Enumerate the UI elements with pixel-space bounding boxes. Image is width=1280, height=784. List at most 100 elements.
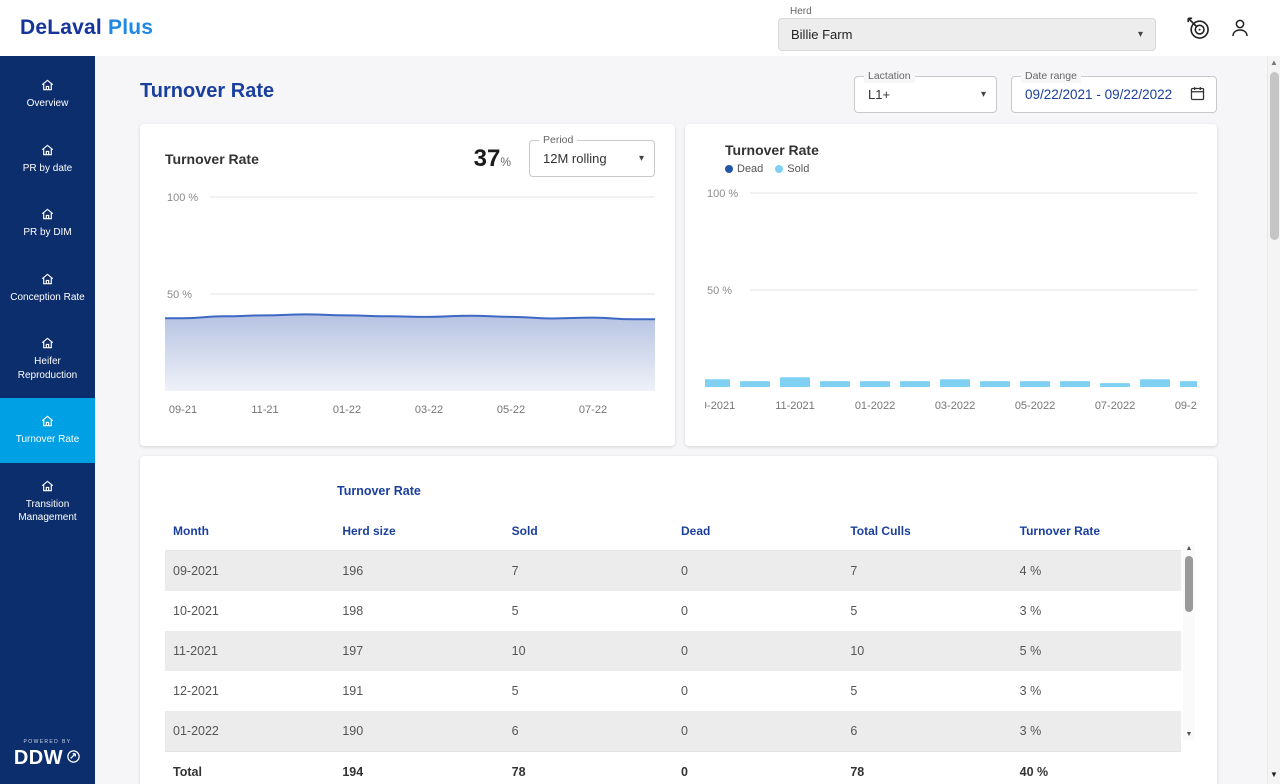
table-cell: 5 <box>504 671 673 711</box>
scroll-down-icon[interactable]: ▼ <box>1186 730 1193 740</box>
sidebar-item-conception-rate[interactable]: Conception Rate <box>0 256 95 321</box>
brand-primary-text: DeLaval <box>20 16 102 39</box>
sidebar-item-pr-by-date[interactable]: PR by date <box>0 127 95 192</box>
powered-by-label: POWERED BY <box>4 739 91 745</box>
table-total-row: Total1947807840 % <box>165 752 1181 784</box>
sidebar-item-turnover-rate[interactable]: Turnover Rate <box>0 398 95 463</box>
scroll-up-icon[interactable]: ▲ <box>1270 56 1278 70</box>
sidebar-item-transition-management[interactable]: Transition Management <box>0 463 95 541</box>
table-cell: Total <box>165 752 334 784</box>
svg-text:01-2022: 01-2022 <box>855 400 895 412</box>
target-icon[interactable] <box>1184 14 1212 42</box>
home-icon <box>5 479 90 493</box>
home-icon <box>5 336 90 350</box>
table-scrollbar[interactable]: ▲ ▼ <box>1183 544 1195 740</box>
table-cell: 196 <box>334 551 503 592</box>
sidebar-item-label: Turnover Rate <box>5 433 90 447</box>
table-header-row: MonthHerd sizeSoldDeadTotal CullsTurnove… <box>165 512 1181 551</box>
chevron-down-icon: ▾ <box>981 89 986 100</box>
svg-text:01-22: 01-22 <box>333 404 361 416</box>
svg-text:50 %: 50 % <box>167 289 192 301</box>
sidebar-item-overview[interactable]: Overview <box>0 62 95 127</box>
svg-text:11-21: 11-21 <box>251 404 278 416</box>
table-row: 01-20221906063 % <box>165 711 1181 752</box>
line-chart-title: Turnover Rate <box>165 151 259 167</box>
home-icon <box>5 414 90 428</box>
lactation-label: Lactation <box>864 70 915 83</box>
sidebar-item-label: PR by date <box>5 162 90 176</box>
table-cell: 40 % <box>1012 752 1181 784</box>
table-cell: 10-2021 <box>165 591 334 631</box>
table-scrollbar-thumb[interactable] <box>1185 556 1193 612</box>
legend-item-sold[interactable]: Sold <box>775 163 809 175</box>
scroll-up-icon[interactable]: ▲ <box>1186 544 1193 554</box>
lactation-select[interactable]: Lactation L1+ ▾ <box>854 76 997 113</box>
turnover-bar-chart: 100 %50 %09-202111-202101-202203-202205-… <box>705 181 1197 419</box>
column-header: Sold <box>504 512 673 551</box>
table-cell: 7 <box>504 551 673 592</box>
table-cell: 0 <box>673 631 842 671</box>
svg-text:07-22: 07-22 <box>579 404 607 416</box>
table-cell: 5 <box>504 591 673 631</box>
turnover-bar-card: Turnover Rate DeadSold 100 %50 %09-20211… <box>685 124 1217 446</box>
table-body: 09-20211967074 %10-20211985053 %11-20211… <box>165 551 1181 784</box>
globe-arrow-icon <box>66 747 81 770</box>
period-value: 12M rolling <box>543 151 607 166</box>
svg-text:09-2022: 09-2022 <box>1175 400 1197 412</box>
legend-label: Sold <box>787 163 809 175</box>
herd-select[interactable]: Billie Farm ▾ <box>778 18 1156 51</box>
svg-text:05-2022: 05-2022 <box>1015 400 1055 412</box>
table-cell: 5 <box>842 671 1011 711</box>
sidebar-footer: POWERED BY DDW <box>0 731 95 784</box>
table-row: 09-20211967074 % <box>165 551 1181 592</box>
table-cell: 3 % <box>1012 711 1181 752</box>
svg-text:09-21: 09-21 <box>169 404 197 416</box>
home-icon <box>5 78 90 92</box>
charts-row: Turnover Rate 37% Period 12M rolling ▾ <box>140 124 1217 446</box>
table-row: 10-20211985053 % <box>165 591 1181 631</box>
table-cell: 3 % <box>1012 671 1181 711</box>
herd-select-field: Herd Billie Farm ▾ <box>778 6 1156 51</box>
date-range-value: 09/22/2021 - 09/22/2022 <box>1025 87 1172 102</box>
table-cell: 11-2021 <box>165 631 334 671</box>
svg-text:03-2022: 03-2022 <box>935 400 975 412</box>
chart-legend: Dead Sold <box>725 163 1197 175</box>
svg-text:05-22: 05-22 <box>497 404 525 416</box>
sidebar-item-label: PR by DIM <box>5 226 90 240</box>
table-cell: 0 <box>673 711 842 752</box>
bar-chart-title: Turnover Rate <box>725 142 1197 158</box>
period-label: Period <box>539 134 577 147</box>
sidebar-item-label: Overview <box>5 97 90 111</box>
table-row: 11-2021197100105 % <box>165 631 1181 671</box>
table-cell: 10 <box>504 631 673 671</box>
column-header: Total Culls <box>842 512 1011 551</box>
table-cell: 0 <box>673 671 842 711</box>
table-cell: 198 <box>334 591 503 631</box>
topbar: DeLaval Plus Herd Billie Farm ▾ <box>0 0 1280 56</box>
period-select[interactable]: Period 12M rolling ▾ <box>529 140 655 177</box>
table-cell: 5 % <box>1012 631 1181 671</box>
scroll-down-icon[interactable]: ▼ <box>1270 768 1278 782</box>
sidebar-items: Overview PR by date PR by DIM Conception Ra… <box>0 62 95 541</box>
sidebar-item-heifer-reproduction[interactable]: Heifer Reproduction <box>0 320 95 398</box>
table-cell: 5 <box>842 591 1011 631</box>
person-icon[interactable] <box>1226 14 1254 42</box>
page-title: Turnover Rate <box>140 80 274 112</box>
sidebar-item-pr-by-dim[interactable]: PR by DIM <box>0 191 95 256</box>
column-header: Herd size <box>334 512 503 551</box>
table-cell: 0 <box>673 551 842 592</box>
turnover-table-card: Turnover Rate MonthHerd sizeSoldDeadTota… <box>140 456 1217 784</box>
sidebar-item-label: Conception Rate <box>5 291 90 305</box>
turnover-table: MonthHerd sizeSoldDeadTotal CullsTurnove… <box>165 512 1181 784</box>
date-range-input[interactable]: Date range 09/22/2021 - 09/22/2022 <box>1011 76 1217 113</box>
page-scrollbar[interactable]: ▲ ▼ <box>1267 56 1280 784</box>
calendar-icon <box>1181 85 1206 105</box>
chevron-down-icon: ▾ <box>1138 29 1143 40</box>
table-cell: 191 <box>334 671 503 711</box>
table-cell: 194 <box>334 752 503 784</box>
svg-text:07-2022: 07-2022 <box>1095 400 1135 412</box>
table-row: 12-20211915053 % <box>165 671 1181 711</box>
column-header: Turnover Rate <box>1012 512 1181 551</box>
legend-item-dead[interactable]: Dead <box>725 163 763 175</box>
page-scrollbar-thumb[interactable] <box>1270 72 1279 240</box>
